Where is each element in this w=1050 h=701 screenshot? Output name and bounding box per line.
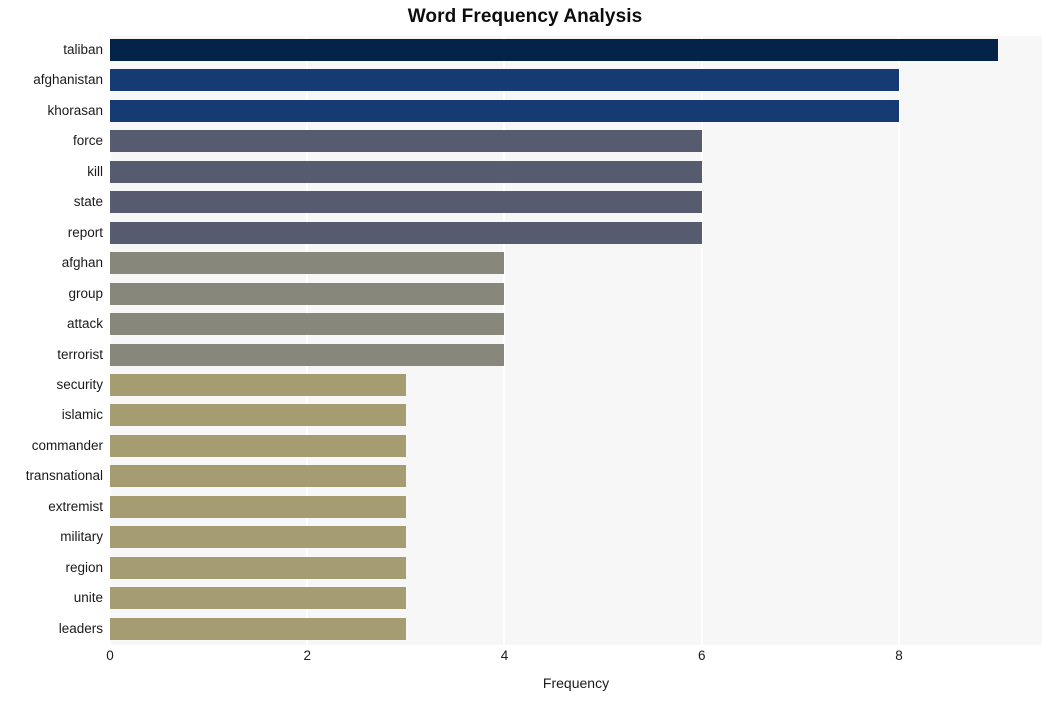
bar-commander[interactable] bbox=[110, 434, 406, 457]
y-axis-label-taliban: taliban bbox=[63, 42, 103, 57]
bar-kill[interactable] bbox=[110, 160, 702, 183]
bar-row[interactable] bbox=[110, 36, 1042, 65]
y-axis-label-attack: attack bbox=[66, 316, 103, 332]
word-frequency-bar-chart: Word Frequency Analysis taliban afghanist… bbox=[0, 0, 1050, 701]
bar-leaders[interactable] bbox=[110, 617, 406, 640]
bar-row[interactable] bbox=[110, 615, 1042, 644]
y-axis-label-security: security bbox=[56, 376, 103, 392]
y-axis-label-extremist: extremist bbox=[48, 498, 103, 514]
bar-taliban[interactable] bbox=[110, 39, 998, 61]
bar-khorasan[interactable] bbox=[110, 99, 899, 122]
bar-attack[interactable] bbox=[110, 313, 505, 336]
y-axis-label-military: military bbox=[60, 529, 103, 545]
y-axis-category-labels: taliban afghanistan khorasan force kill state… bbox=[0, 36, 103, 645]
bar-islamic[interactable] bbox=[110, 404, 406, 427]
y-axis-label-force: force bbox=[72, 133, 103, 149]
bar-report[interactable] bbox=[110, 221, 702, 244]
x-axis-tick-6: 6 bbox=[697, 648, 706, 663]
bar-row[interactable] bbox=[110, 462, 1042, 491]
bar-security[interactable] bbox=[110, 373, 406, 396]
y-axis-label-commander: commander bbox=[31, 437, 103, 453]
bar-row[interactable] bbox=[110, 493, 1042, 522]
bar-afghan[interactable] bbox=[110, 252, 505, 275]
bar-state[interactable] bbox=[110, 191, 702, 214]
bar-afghanistan[interactable] bbox=[110, 69, 899, 92]
bar-row[interactable] bbox=[110, 432, 1042, 461]
bar-region[interactable] bbox=[110, 556, 406, 579]
bar-row[interactable] bbox=[110, 401, 1042, 430]
bar-row[interactable] bbox=[110, 188, 1042, 217]
y-axis-label-unite: unite bbox=[73, 590, 103, 606]
bar-row[interactable] bbox=[110, 280, 1042, 309]
y-axis-label-kill: kill bbox=[87, 163, 103, 179]
bar-row[interactable] bbox=[110, 249, 1042, 278]
y-axis-label-islamic: islamic bbox=[61, 407, 103, 423]
bar-row[interactable] bbox=[110, 371, 1042, 400]
bar-row[interactable] bbox=[110, 66, 1042, 95]
bar-transnational[interactable] bbox=[110, 465, 406, 488]
x-axis-tick-4: 4 bbox=[500, 648, 509, 663]
x-axis-tick-2: 2 bbox=[303, 648, 311, 663]
bar-row[interactable] bbox=[110, 341, 1042, 370]
chart-title: Word Frequency Analysis bbox=[407, 6, 643, 27]
x-axis-title: Frequency bbox=[542, 675, 610, 691]
y-axis-label-afghanistan: afghanistan bbox=[33, 72, 103, 88]
x-axis-tick-labels: 0 2 4 6 8 bbox=[106, 648, 1042, 670]
bar-row[interactable] bbox=[110, 158, 1042, 187]
bar-row[interactable] bbox=[110, 219, 1042, 248]
y-axis-label-state: state bbox=[73, 194, 103, 210]
bar-force[interactable] bbox=[110, 130, 702, 153]
bar-military[interactable] bbox=[110, 526, 406, 549]
bar-row[interactable] bbox=[110, 523, 1042, 552]
bar-terrorist[interactable] bbox=[110, 343, 505, 366]
bar-row[interactable] bbox=[110, 584, 1042, 613]
bar-extremist[interactable] bbox=[110, 495, 406, 518]
y-axis-label-khorasan: khorasan bbox=[47, 102, 103, 118]
bar-group[interactable] bbox=[110, 282, 505, 305]
bar-row[interactable] bbox=[110, 97, 1042, 126]
bar-row[interactable] bbox=[110, 554, 1042, 583]
bar-row[interactable] bbox=[110, 310, 1042, 339]
y-axis-label-group: group bbox=[68, 285, 103, 301]
y-axis-label-leaders: leaders bbox=[58, 620, 103, 636]
y-axis-label-terrorist: terrorist bbox=[57, 346, 103, 362]
bar-unite[interactable] bbox=[110, 587, 406, 610]
y-axis-label-report: report bbox=[67, 224, 103, 240]
x-axis-tick-8: 8 bbox=[895, 648, 903, 663]
y-axis-label-region: region bbox=[65, 559, 103, 575]
x-axis-tick-0: 0 bbox=[106, 648, 114, 663]
bars-layer bbox=[110, 36, 1042, 645]
y-axis-label-afghan: afghan bbox=[61, 255, 103, 271]
bar-row[interactable] bbox=[110, 127, 1042, 156]
y-axis-label-transnational: transnational bbox=[25, 468, 103, 484]
